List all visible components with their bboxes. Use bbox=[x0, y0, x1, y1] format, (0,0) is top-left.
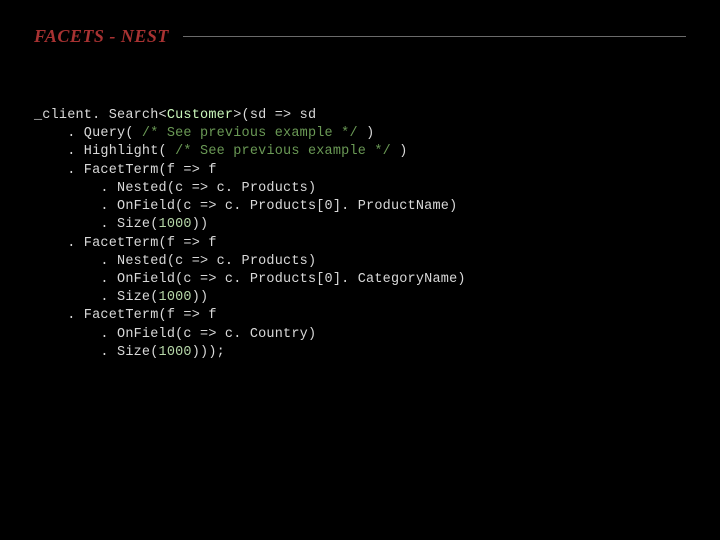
code-line-10: . OnField(c => c. Products[0]. CategoryN… bbox=[34, 272, 466, 287]
code-line-2: . Query( /* See previous example */ ) bbox=[34, 126, 374, 141]
code-line-9: . Nested(c => c. Products) bbox=[34, 254, 316, 269]
code-line-13: . OnField(c => c. Country) bbox=[34, 327, 316, 342]
code-line-7: . Size(1000)) bbox=[34, 217, 208, 232]
title-divider bbox=[183, 36, 686, 37]
code-line-4: . FacetTerm(f => f bbox=[34, 163, 217, 178]
code-line-11: . Size(1000)) bbox=[34, 290, 208, 305]
code-line-5: . Nested(c => c. Products) bbox=[34, 181, 316, 196]
title-row: FACETS - NEST bbox=[34, 26, 686, 47]
slide: FACETS - NEST _client. Search<Customer>(… bbox=[0, 0, 720, 540]
code-line-3: . Highlight( /* See previous example */ … bbox=[34, 144, 408, 159]
code-line-1: _client. Search<Customer>(sd => sd bbox=[34, 108, 316, 123]
code-block: _client. Search<Customer>(sd => sd . Que… bbox=[34, 107, 686, 362]
code-line-6: . OnField(c => c. Products[0]. ProductNa… bbox=[34, 199, 457, 214]
code-line-14: . Size(1000))); bbox=[34, 345, 225, 360]
code-line-12: . FacetTerm(f => f bbox=[34, 308, 217, 323]
code-line-8: . FacetTerm(f => f bbox=[34, 236, 217, 251]
slide-title: FACETS - NEST bbox=[34, 26, 169, 47]
